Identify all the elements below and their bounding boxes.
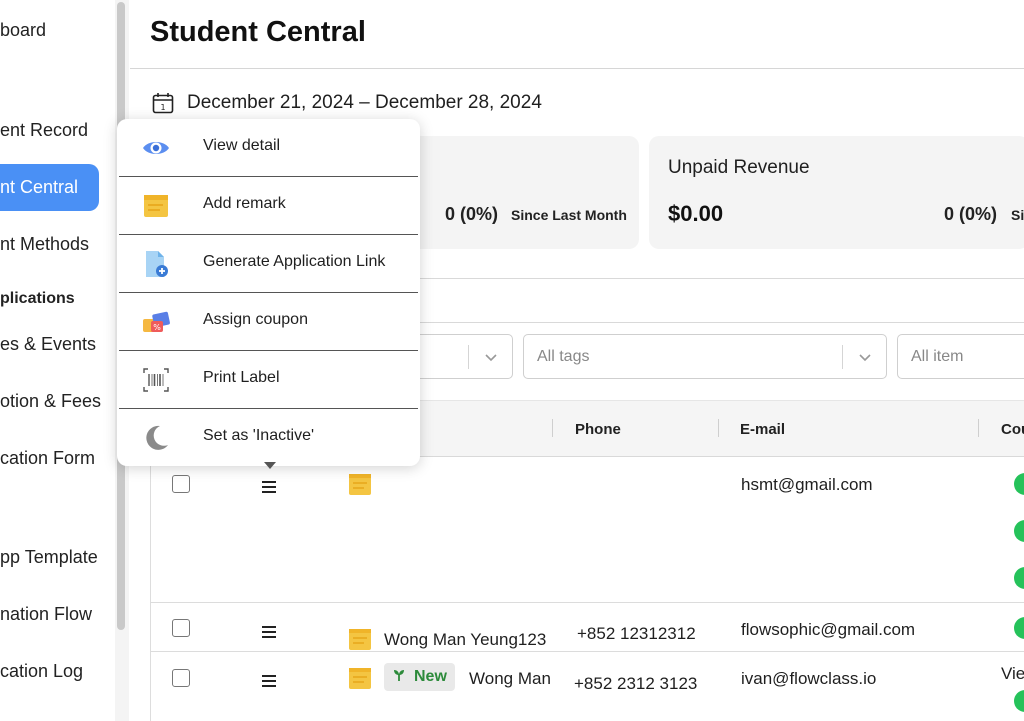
select-separator [468, 345, 469, 369]
menu-item-generate-application-link[interactable]: Generate Application Link [117, 235, 420, 292]
menu-item-set-inactive[interactable]: Set as 'Inactive' [117, 409, 420, 466]
coupon-icon: % [143, 311, 170, 332]
unpaid-revenue-card: Unpaid Revenue $0.00 0 (0%) Si [649, 136, 1024, 249]
badge-label: New [414, 668, 447, 685]
menu-item-label: Assign coupon [203, 311, 308, 328]
row-action-menu: View detail Add remark Generate Applicat… [117, 119, 420, 466]
sidebar: board ent Record nt Central nt Methods p… [0, 0, 113, 721]
row-email: ivan@flowclass.io [741, 669, 877, 688]
menu-item-label: Generate Application Link [203, 253, 386, 270]
date-range-picker[interactable]: December 21, 2024 – December 28, 2024 [187, 92, 542, 114]
column-separator[interactable] [718, 419, 719, 437]
row-checkbox[interactable] [172, 669, 190, 687]
new-badge: New [384, 663, 455, 691]
column-header-country[interactable]: Cou [1001, 421, 1024, 438]
document-add-icon [146, 251, 168, 277]
sticky-note-icon[interactable] [347, 471, 373, 497]
row-email: hsmt@gmail.com [741, 475, 873, 494]
card-since-label: Since Last Month [511, 207, 627, 223]
menu-item-assign-coupon[interactable]: % Assign coupon [117, 293, 420, 350]
tags-select[interactable]: All tags [523, 334, 887, 379]
chevron-down-icon[interactable] [857, 349, 873, 365]
sidebar-section-applications: plications [0, 290, 75, 307]
menu-item-label: Set as 'Inactive' [203, 427, 315, 444]
sticky-note-icon[interactable] [347, 626, 373, 652]
sidebar-item-student-record[interactable]: ent Record [0, 120, 88, 141]
menu-item-view-detail[interactable]: View detail [117, 119, 420, 176]
svg-text:1: 1 [160, 103, 165, 112]
sidebar-item-student-central[interactable]: nt Central [0, 164, 99, 211]
card-amount: $0.00 [668, 201, 724, 226]
menu-item-label: View detail [203, 137, 281, 154]
svg-text:%: % [153, 323, 161, 332]
sprout-icon [394, 670, 404, 681]
page-title: Student Central [150, 16, 366, 48]
items-placeholder: All item [911, 348, 964, 365]
column-separator[interactable] [552, 419, 553, 437]
column-separator[interactable] [978, 419, 979, 437]
eye-icon [143, 142, 169, 154]
card-since-label: Si [1011, 207, 1024, 223]
row-view-link[interactable]: Vie [1001, 664, 1024, 684]
row-checkbox[interactable] [172, 619, 190, 637]
tags-placeholder: All tags [537, 348, 590, 365]
row-menu-icon[interactable] [262, 481, 276, 493]
select-separator [842, 345, 843, 369]
sidebar-item-promotion-fees[interactable]: otion & Fees [0, 391, 101, 412]
row-phone: +852 2312 3123 [574, 674, 698, 693]
title-divider [130, 68, 1024, 69]
sidebar-item-courses-events[interactable]: es & Events [0, 334, 96, 355]
card-change-value: 0 (0%) [445, 204, 499, 224]
sticky-note-icon[interactable] [347, 665, 373, 691]
row-menu-icon[interactable] [262, 675, 276, 687]
items-select[interactable]: All item [897, 334, 1024, 379]
menu-item-label: Print Label [203, 369, 280, 386]
menu-item-add-remark[interactable]: Add remark [117, 177, 420, 234]
sidebar-item-application-form[interactable]: cation Form [0, 448, 95, 469]
column-header-email[interactable]: E-mail [740, 421, 785, 438]
row-phone: +852 12312312 [577, 624, 696, 643]
summary-card: 0 (0%) Since Last Month [400, 136, 639, 249]
row-divider [150, 651, 1024, 652]
sticky-note-icon [144, 195, 168, 217]
card-change-value: 0 (0%) [944, 204, 998, 224]
sidebar-item-dashboard[interactable]: board [0, 20, 46, 41]
row-divider [150, 602, 1024, 603]
column-header-phone[interactable]: Phone [575, 421, 621, 438]
row-name[interactable]: Wong Man Yeung123 [384, 630, 546, 650]
chevron-down-icon[interactable] [483, 349, 499, 365]
row-checkbox[interactable] [172, 475, 190, 493]
sidebar-item-payment-methods[interactable]: nt Methods [0, 234, 89, 255]
barcode-icon [143, 368, 169, 392]
moon-icon [146, 425, 168, 450]
row-menu-icon[interactable] [262, 626, 276, 638]
row-name[interactable]: Wong Man [469, 669, 551, 689]
card-title: Unpaid Revenue [668, 157, 810, 178]
sidebar-item-communication-log[interactable]: cation Log [0, 661, 83, 682]
menu-item-label: Add remark [203, 195, 286, 212]
menu-item-print-label[interactable]: Print Label [117, 351, 420, 408]
sidebar-item-whatsapp-template[interactable]: pp Template [0, 547, 98, 568]
sidebar-item-automation-flow[interactable]: nation Flow [0, 604, 92, 625]
row-email: flowsophic@gmail.com [741, 620, 916, 639]
calendar-icon[interactable]: 1 [152, 92, 174, 114]
menu-pointer [264, 462, 276, 469]
